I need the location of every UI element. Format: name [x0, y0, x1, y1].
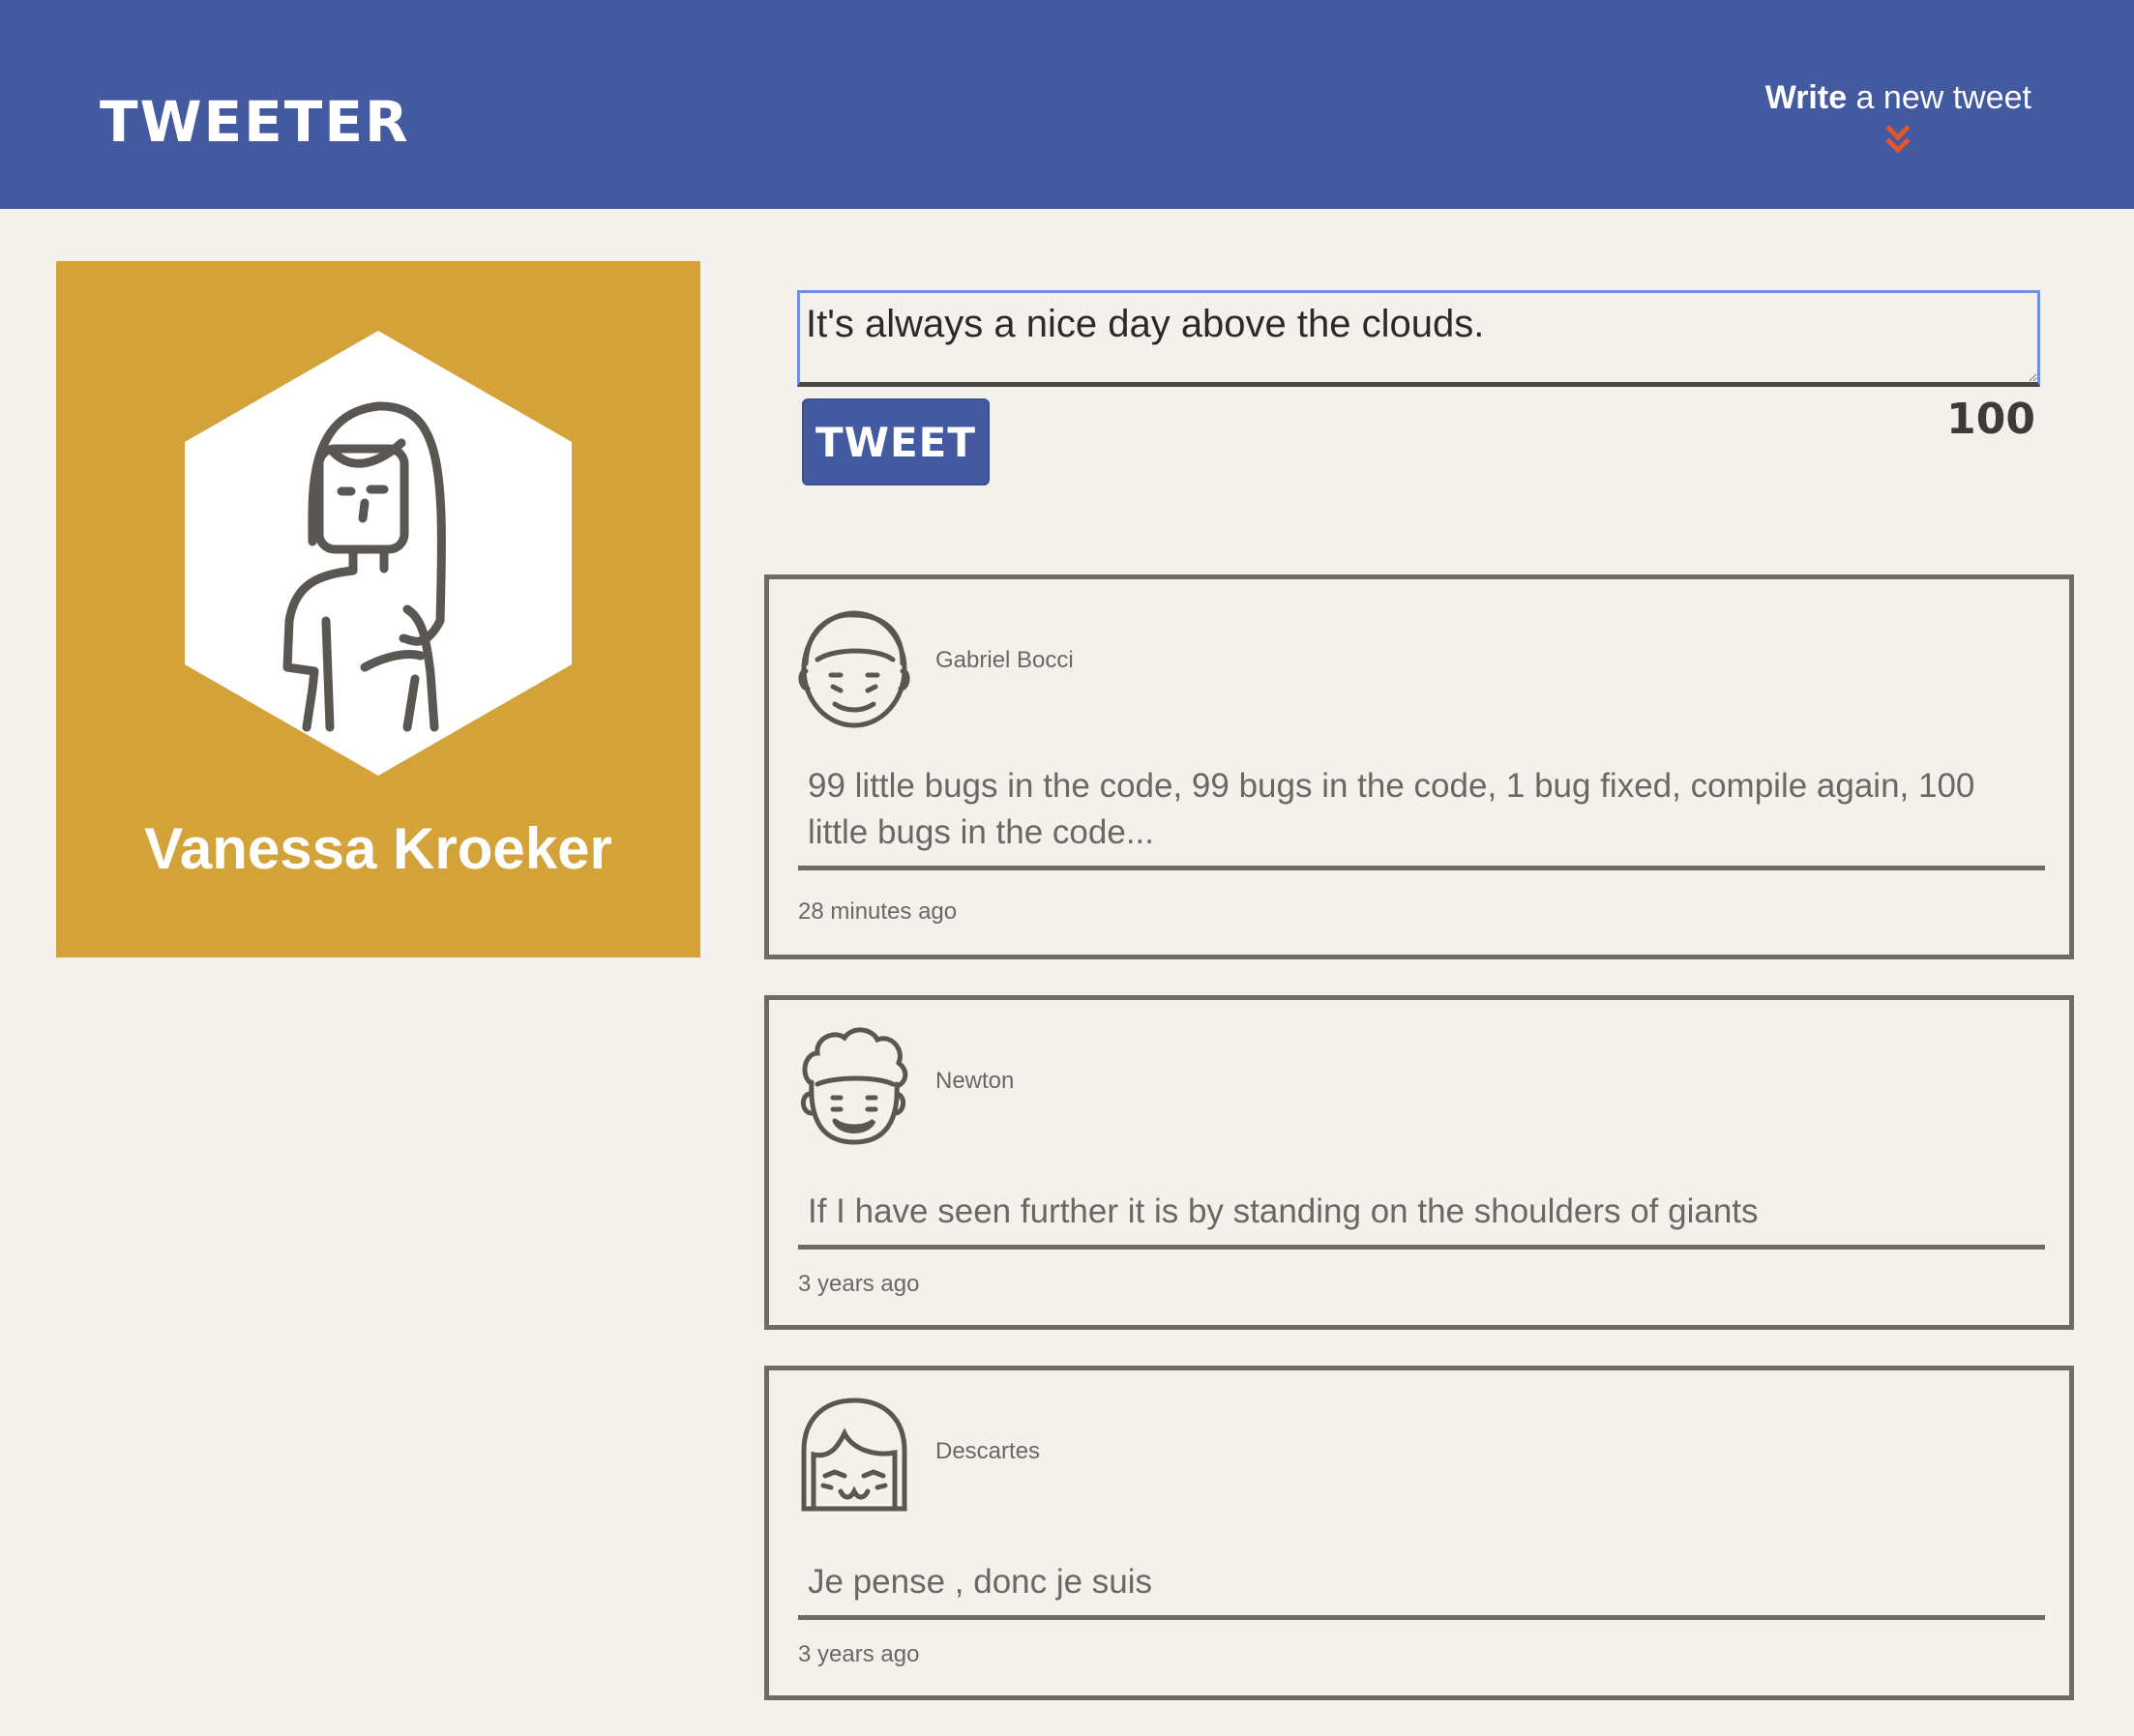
compose-toggle-text: a new tweet	[1847, 79, 2031, 116]
bob-hair-woman-avatar-icon	[801, 1398, 907, 1512]
profile-name: Vanessa Kroeker	[144, 816, 612, 881]
double-chevron-down-icon	[1885, 125, 1912, 154]
tweet-author: Newton	[935, 1068, 1015, 1094]
tweet-composer: It's always a nice day above the clouds.…	[797, 290, 2040, 485]
smiling-man-avatar-icon	[798, 610, 910, 728]
tweet-timestamp: 3 years ago	[798, 1641, 920, 1667]
tweet-input[interactable]: It's always a nice day above the clouds.	[797, 290, 2040, 387]
profile-card: Vanessa Kroeker	[56, 261, 700, 957]
compose-toggle-bold: Write	[1764, 79, 1848, 116]
tweet-card: Newton If I have seen further it is by s…	[764, 995, 2074, 1330]
brand-logo: TWEETER	[100, 89, 410, 155]
write-new-tweet-toggle[interactable]: Write a new tweet	[1765, 79, 2031, 156]
tweet-card: Gabriel Bocci 99 little bugs in the code…	[764, 574, 2074, 959]
tweet-submit-button[interactable]: TWEET	[802, 398, 990, 485]
tweet-author: Descartes	[935, 1438, 1041, 1464]
tweet-timestamp: 28 minutes ago	[798, 898, 958, 925]
character-counter: 100	[1946, 395, 2035, 444]
curly-hair-man-avatar-icon	[801, 1027, 908, 1145]
top-navbar: TWEETER Write a new tweet	[0, 0, 2134, 209]
tweet-content: Je pense , donc je suis	[798, 1559, 2045, 1620]
tweet-feed: Gabriel Bocci 99 little bugs in the code…	[764, 574, 2074, 1736]
tweet-content: If I have seen further it is by standing…	[798, 1189, 2045, 1250]
tweet-author: Gabriel Bocci	[935, 647, 1074, 673]
tweet-card: Descartes Je pense , donc je suis 3 year…	[764, 1366, 2074, 1700]
tweet-timestamp: 3 years ago	[798, 1271, 920, 1297]
woman-avatar-icon	[185, 331, 572, 776]
tweet-content: 99 little bugs in the code, 99 bugs in t…	[798, 763, 2045, 870]
